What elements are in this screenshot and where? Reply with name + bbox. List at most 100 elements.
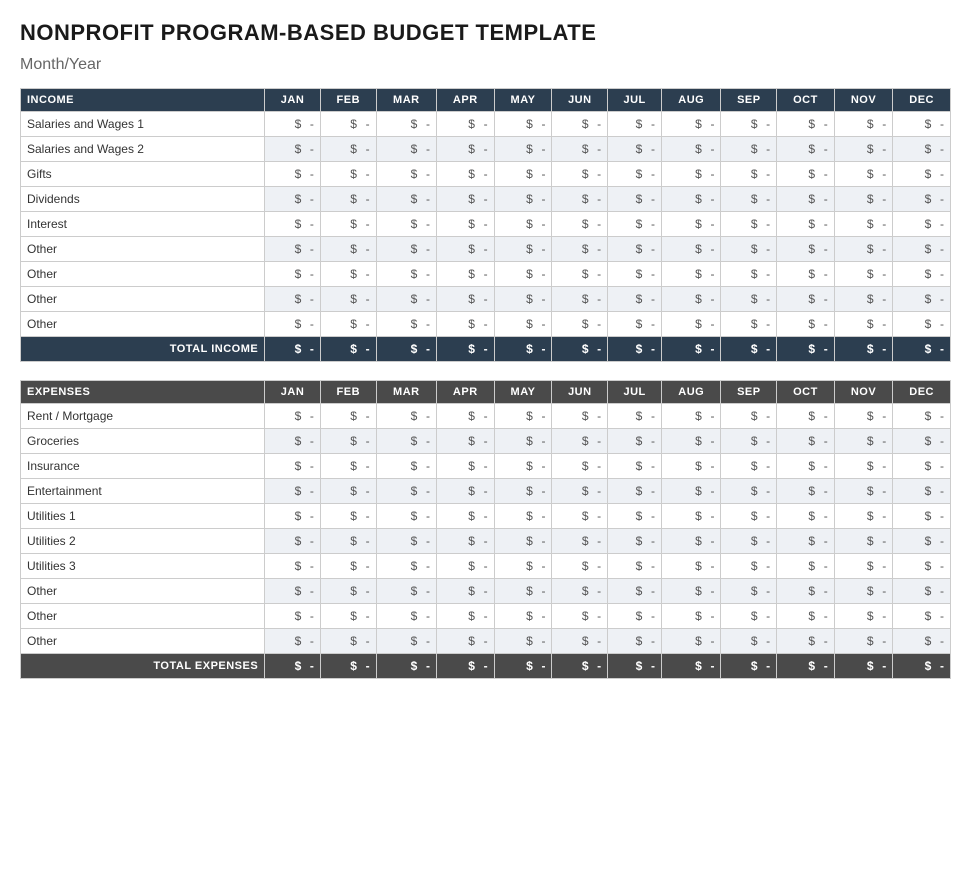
- cell-value[interactable]: $ -: [662, 404, 721, 429]
- cell-value[interactable]: $ -: [777, 237, 835, 262]
- cell-value[interactable]: $ -: [777, 262, 835, 287]
- cell-value[interactable]: $ -: [834, 604, 893, 629]
- cell-value[interactable]: $ -: [320, 529, 376, 554]
- cell-value[interactable]: $ -: [721, 212, 777, 237]
- cell-value[interactable]: $ -: [552, 262, 608, 287]
- cell-value[interactable]: $ -: [721, 287, 777, 312]
- cell-value[interactable]: $ -: [320, 604, 376, 629]
- cell-value[interactable]: $ -: [437, 162, 495, 187]
- cell-value[interactable]: $ -: [893, 187, 951, 212]
- cell-value[interactable]: $ -: [265, 212, 321, 237]
- cell-value[interactable]: $ -: [893, 579, 951, 604]
- cell-value[interactable]: $ -: [777, 404, 835, 429]
- cell-value[interactable]: $ -: [721, 554, 777, 579]
- cell-value[interactable]: $ -: [437, 287, 495, 312]
- cell-value[interactable]: $ -: [552, 579, 608, 604]
- cell-value[interactable]: $ -: [893, 604, 951, 629]
- cell-value[interactable]: $ -: [721, 629, 777, 654]
- cell-value[interactable]: $ -: [777, 429, 835, 454]
- cell-value[interactable]: $ -: [320, 404, 376, 429]
- cell-value[interactable]: $ -: [437, 504, 495, 529]
- cell-value[interactable]: $ -: [320, 629, 376, 654]
- cell-value[interactable]: $ -: [376, 112, 436, 137]
- cell-value[interactable]: $ -: [777, 579, 835, 604]
- cell-value[interactable]: $ -: [437, 479, 495, 504]
- cell-value[interactable]: $ -: [494, 404, 552, 429]
- cell-value[interactable]: $ -: [494, 312, 552, 337]
- cell-value[interactable]: $ -: [608, 137, 662, 162]
- cell-value[interactable]: $ -: [777, 479, 835, 504]
- cell-value[interactable]: $ -: [893, 237, 951, 262]
- cell-value[interactable]: $ -: [777, 554, 835, 579]
- cell-value[interactable]: $ -: [552, 137, 608, 162]
- cell-value[interactable]: $ -: [662, 262, 721, 287]
- cell-value[interactable]: $ -: [437, 262, 495, 287]
- cell-value[interactable]: $ -: [376, 287, 436, 312]
- cell-value[interactable]: $ -: [777, 312, 835, 337]
- cell-value[interactable]: $ -: [265, 579, 321, 604]
- cell-value[interactable]: $ -: [320, 429, 376, 454]
- cell-value[interactable]: $ -: [552, 112, 608, 137]
- cell-value[interactable]: $ -: [834, 237, 893, 262]
- cell-value[interactable]: $ -: [265, 429, 321, 454]
- cell-value[interactable]: $ -: [608, 504, 662, 529]
- cell-value[interactable]: $ -: [893, 287, 951, 312]
- cell-value[interactable]: $ -: [376, 554, 436, 579]
- cell-value[interactable]: $ -: [893, 479, 951, 504]
- cell-value[interactable]: $ -: [893, 629, 951, 654]
- cell-value[interactable]: $ -: [662, 604, 721, 629]
- cell-value[interactable]: $ -: [320, 287, 376, 312]
- cell-value[interactable]: $ -: [777, 629, 835, 654]
- cell-value[interactable]: $ -: [494, 629, 552, 654]
- cell-value[interactable]: $ -: [721, 187, 777, 212]
- cell-value[interactable]: $ -: [721, 237, 777, 262]
- cell-value[interactable]: $ -: [320, 579, 376, 604]
- cell-value[interactable]: $ -: [320, 212, 376, 237]
- cell-value[interactable]: $ -: [608, 262, 662, 287]
- cell-value[interactable]: $ -: [893, 504, 951, 529]
- cell-value[interactable]: $ -: [437, 187, 495, 212]
- cell-value[interactable]: $ -: [662, 529, 721, 554]
- cell-value[interactable]: $ -: [265, 454, 321, 479]
- cell-value[interactable]: $ -: [777, 604, 835, 629]
- cell-value[interactable]: $ -: [893, 454, 951, 479]
- cell-value[interactable]: $ -: [437, 404, 495, 429]
- cell-value[interactable]: $ -: [320, 137, 376, 162]
- cell-value[interactable]: $ -: [437, 579, 495, 604]
- cell-value[interactable]: $ -: [265, 529, 321, 554]
- cell-value[interactable]: $ -: [608, 554, 662, 579]
- cell-value[interactable]: $ -: [608, 404, 662, 429]
- cell-value[interactable]: $ -: [552, 162, 608, 187]
- cell-value[interactable]: $ -: [376, 162, 436, 187]
- cell-value[interactable]: $ -: [494, 529, 552, 554]
- cell-value[interactable]: $ -: [265, 237, 321, 262]
- cell-value[interactable]: $ -: [834, 287, 893, 312]
- cell-value[interactable]: $ -: [662, 312, 721, 337]
- cell-value[interactable]: $ -: [494, 237, 552, 262]
- cell-value[interactable]: $ -: [834, 479, 893, 504]
- cell-value[interactable]: $ -: [721, 112, 777, 137]
- cell-value[interactable]: $ -: [834, 212, 893, 237]
- cell-value[interactable]: $ -: [494, 429, 552, 454]
- cell-value[interactable]: $ -: [552, 504, 608, 529]
- cell-value[interactable]: $ -: [494, 287, 552, 312]
- cell-value[interactable]: $ -: [320, 454, 376, 479]
- cell-value[interactable]: $ -: [376, 237, 436, 262]
- cell-value[interactable]: $ -: [662, 112, 721, 137]
- cell-value[interactable]: $ -: [552, 604, 608, 629]
- cell-value[interactable]: $ -: [608, 579, 662, 604]
- cell-value[interactable]: $ -: [893, 429, 951, 454]
- cell-value[interactable]: $ -: [494, 504, 552, 529]
- cell-value[interactable]: $ -: [893, 554, 951, 579]
- cell-value[interactable]: $ -: [376, 429, 436, 454]
- cell-value[interactable]: $ -: [662, 212, 721, 237]
- cell-value[interactable]: $ -: [494, 454, 552, 479]
- cell-value[interactable]: $ -: [265, 504, 321, 529]
- cell-value[interactable]: $ -: [265, 629, 321, 654]
- cell-value[interactable]: $ -: [834, 187, 893, 212]
- cell-value[interactable]: $ -: [662, 554, 721, 579]
- cell-value[interactable]: $ -: [376, 529, 436, 554]
- cell-value[interactable]: $ -: [662, 479, 721, 504]
- cell-value[interactable]: $ -: [608, 187, 662, 212]
- cell-value[interactable]: $ -: [777, 187, 835, 212]
